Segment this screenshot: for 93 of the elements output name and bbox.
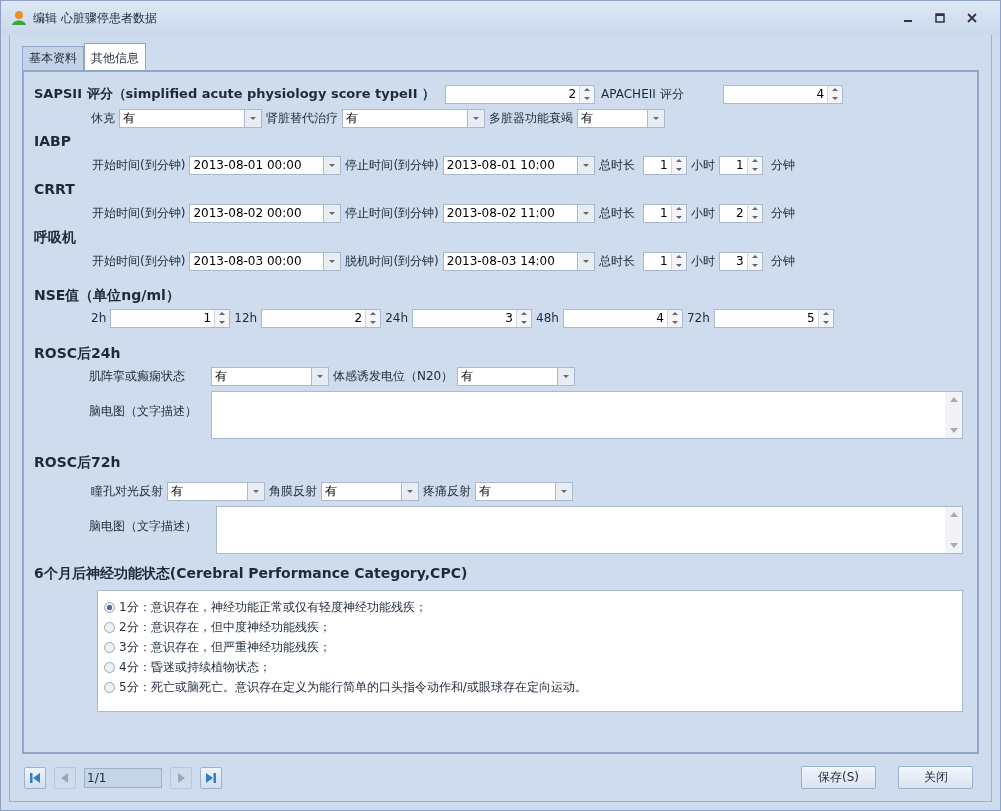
unit-label: 小时 [690, 204, 715, 222]
field-label: 角膜反射 [269, 482, 317, 500]
radio-button[interactable] [104, 681, 115, 693]
close-icon[interactable] [966, 12, 978, 24]
date-picker[interactable]: 2013-08-03 14:00 [442, 251, 595, 271]
dropdown[interactable]: 有 [457, 366, 576, 386]
unit-label: 分钟 [770, 252, 795, 270]
radio-option[interactable]: 5分：死亡或脑死亡。意识存在定义为能行简单的口头指令动作和/或眼球存在定向运动。 [104, 677, 587, 697]
number-spinner[interactable]: 4 [723, 84, 844, 104]
section-heading: ROSC后24h [34, 344, 122, 363]
dropdown[interactable]: 有 [475, 481, 573, 501]
section-heading: CRRT [34, 180, 76, 199]
field-label: 开始时间(到分钟) [92, 204, 186, 222]
text-area[interactable] [216, 506, 963, 554]
unit-label: 小时 [690, 156, 715, 174]
radio-button[interactable] [104, 661, 115, 673]
field-label: 总时长 [598, 252, 635, 270]
field-label: 72h [686, 311, 710, 325]
unit-label: 分钟 [770, 204, 795, 222]
field-label: 疼痛反射 [423, 482, 471, 500]
radio-button[interactable] [104, 601, 115, 613]
field-label: 停止时间(到分钟) [345, 156, 439, 174]
nav-button[interactable] [200, 766, 222, 789]
dropdown[interactable]: 有 [211, 366, 329, 386]
first-page-icon [28, 770, 42, 785]
field-label: 脑电图（文字描述） [89, 403, 198, 420]
field-label: 瞳孔对光反射 [91, 482, 163, 500]
field-label: 肌阵挛或癫痫状态 [89, 367, 186, 385]
field-label: 肾脏替代治疗 [266, 109, 338, 127]
date-picker[interactable]: 2013-08-02 11:00 [442, 203, 595, 223]
window-title: 编辑 心脏骤停患者数据 [33, 9, 157, 27]
field-label: SAPSII 评分（simplified acute physiology score typeII ） [34, 85, 436, 103]
date-picker[interactable]: 2013-08-01 00:00 [189, 155, 342, 175]
date-picker[interactable]: 2013-08-02 00:00 [189, 203, 342, 223]
dialog-button[interactable]: 关闭 [898, 766, 973, 789]
field-label: 48h [536, 311, 559, 325]
dropdown[interactable]: 有 [577, 108, 665, 128]
number-spinner[interactable]: 3 [412, 308, 532, 328]
tab[interactable]: 其他信息 [84, 43, 146, 70]
field-label: 停止时间(到分钟) [345, 204, 439, 222]
field-label: 体感诱发电位（N20） [333, 367, 454, 385]
dropdown[interactable]: 有 [342, 108, 485, 128]
section-heading: 呼吸机 [34, 228, 77, 247]
date-picker[interactable]: 2013-08-01 10:00 [442, 155, 595, 175]
number-spinner[interactable]: 3 [718, 251, 763, 271]
radio-option[interactable]: 2分：意识存在，但中度神经功能残疾； [104, 617, 331, 637]
number-spinner[interactable]: 2 [261, 308, 382, 328]
number-spinner[interactable]: 1 [110, 308, 231, 328]
page-field[interactable]: 1/1 [84, 767, 162, 788]
field-label: 脑电图（文字描述） [89, 518, 198, 535]
field-label: 总时长 [598, 204, 635, 222]
maximize-icon[interactable] [934, 12, 946, 24]
field-label: 开始时间(到分钟) [92, 252, 186, 270]
radio-button[interactable] [104, 621, 115, 633]
section-heading: IABP [34, 132, 72, 151]
nav-button[interactable] [24, 766, 46, 789]
radio-option[interactable]: 1分：意识存在，神经功能正常或仅有轻度神经功能残疾； [104, 597, 427, 617]
number-spinner[interactable]: 1 [642, 155, 687, 175]
number-spinner[interactable]: 2 [445, 84, 596, 104]
number-spinner[interactable]: 5 [713, 308, 834, 328]
field-label: APACHEII 评分 [601, 85, 685, 103]
field-label: 2h [91, 311, 107, 325]
user-icon [11, 10, 27, 26]
text-area[interactable] [211, 391, 963, 439]
section-heading: ROSC后72h [34, 453, 122, 472]
section-heading: 6个月后神经功能状态(Cerebral Performance Category,CPC) [34, 564, 469, 583]
unit-label: 小时 [690, 252, 715, 270]
dropdown[interactable]: 有 [321, 481, 419, 501]
field-label: 24h [385, 311, 408, 325]
scrollbar[interactable] [945, 507, 962, 553]
dialog-button[interactable]: 保存(S) [801, 766, 876, 789]
field-label: 休克 [91, 109, 115, 127]
radio-option[interactable]: 3分：意识存在，但严重神经功能残疾； [104, 637, 331, 657]
field-label: 多脏器功能衰竭 [489, 109, 573, 127]
field-label: 12h [234, 311, 258, 325]
field-label: 总时长 [598, 156, 635, 174]
unit-label: 分钟 [770, 156, 795, 174]
field-label: 开始时间(到分钟) [92, 156, 186, 174]
number-spinner[interactable]: 1 [642, 251, 687, 271]
number-spinner[interactable]: 1 [718, 155, 763, 175]
dropdown[interactable]: 有 [119, 108, 262, 128]
radio-option[interactable]: 4分：昏迷或持续植物状态； [104, 657, 271, 677]
number-spinner[interactable]: 1 [642, 203, 687, 223]
number-spinner[interactable]: 4 [562, 308, 683, 328]
radio-button[interactable] [104, 641, 115, 653]
field-label: 脱机时间(到分钟) [345, 252, 439, 270]
number-spinner[interactable]: 2 [718, 203, 763, 223]
date-picker[interactable]: 2013-08-03 00:00 [189, 251, 342, 271]
scrollbar[interactable] [945, 392, 962, 438]
tab[interactable]: 基本资料 [22, 46, 84, 70]
last-page-icon [204, 770, 218, 785]
section-heading: NSE值（单位ng/ml） [34, 286, 181, 305]
dropdown[interactable]: 有 [167, 481, 265, 501]
